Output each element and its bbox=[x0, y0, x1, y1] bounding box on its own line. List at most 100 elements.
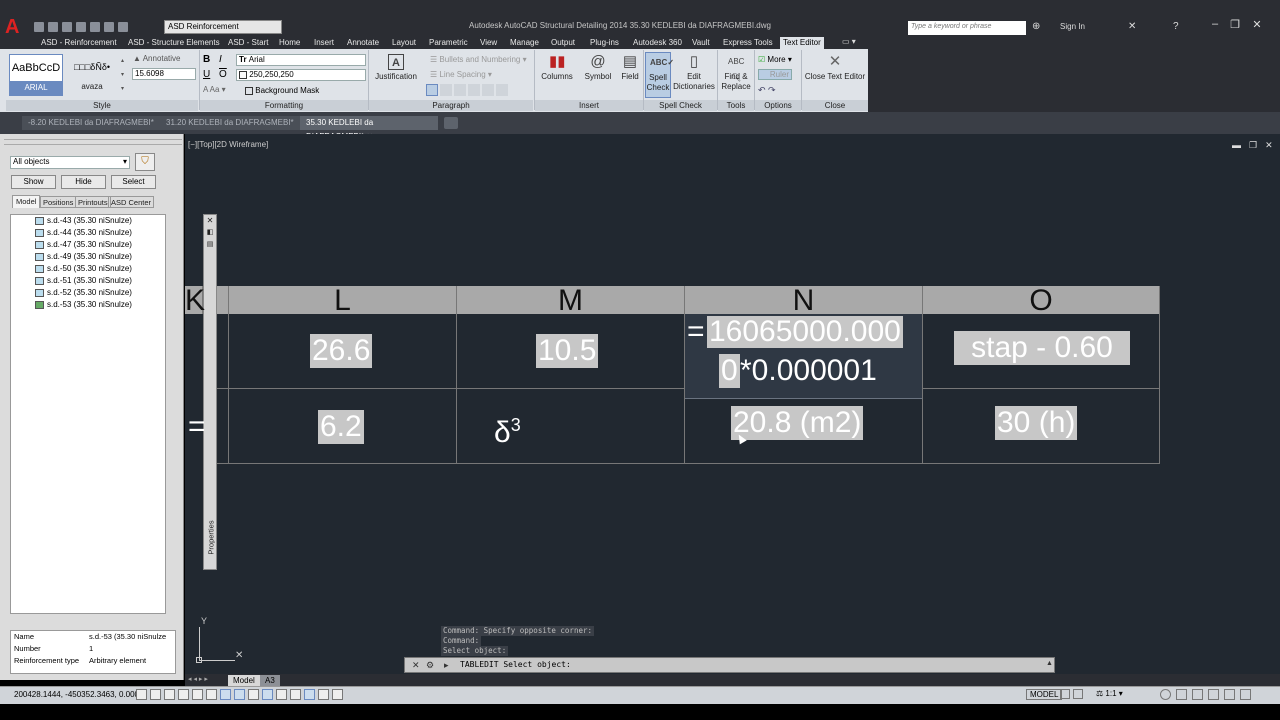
tab-express-tools[interactable]: Express Tools bbox=[720, 37, 776, 49]
doc-tab-31-20[interactable]: 31.20 KEDLEBI da DIAFRAGMEBI* bbox=[160, 116, 300, 130]
minimize-icon[interactable]: ‒ bbox=[1206, 18, 1224, 32]
prop-value[interactable]: s.d.-53 (35.30 niSnulze bbox=[89, 631, 166, 643]
cell-n1-line1[interactable]: 16065000.000 bbox=[707, 316, 903, 348]
autocad-logo-icon[interactable]: A bbox=[5, 17, 25, 37]
viewport-close-icon[interactable]: ✕ bbox=[1265, 140, 1273, 151]
isolate-objects-icon[interactable] bbox=[1208, 689, 1219, 700]
column-header-k[interactable]: K bbox=[185, 286, 205, 316]
bold-button[interactable]: B bbox=[203, 54, 210, 65]
underline-button[interactable]: U bbox=[203, 69, 210, 80]
command-customize-icon[interactable]: ⚙ bbox=[426, 660, 434, 671]
cell-o2[interactable]: 30 (h) bbox=[995, 406, 1078, 440]
tab-vault[interactable]: Vault bbox=[689, 37, 713, 49]
ortho-mode-icon[interactable] bbox=[178, 689, 189, 700]
restore-icon[interactable]: ❐ bbox=[1226, 18, 1244, 32]
exchange-icon[interactable]: ✕ bbox=[1128, 21, 1136, 32]
workspace-switching-icon[interactable] bbox=[1160, 689, 1171, 700]
cell-l1[interactable]: 26.6 bbox=[310, 334, 373, 368]
viewport-restore-icon[interactable]: ❐ bbox=[1249, 140, 1257, 151]
quick-view-drawings-icon[interactable] bbox=[1073, 689, 1083, 699]
tab-plug-ins[interactable]: Plug-ins bbox=[587, 37, 622, 49]
spell-check-button[interactable]: ABC✓ Spell Check bbox=[645, 52, 674, 98]
cell-n1-line2-selected[interactable]: 0 bbox=[719, 354, 740, 388]
filter-icon[interactable]: ⛉ bbox=[135, 153, 155, 171]
open-icon[interactable] bbox=[48, 22, 58, 32]
new-icon[interactable] bbox=[34, 22, 44, 32]
tree-item[interactable]: s.d.-47 (35.30 niSnulze) bbox=[11, 239, 165, 251]
style-avaza-tile[interactable]: □□□δÑδ• avaza bbox=[65, 54, 119, 96]
doc-tab-8-20[interactable]: -8.20 KEDLEBI da DIAFRAGMEBI* bbox=[22, 116, 160, 130]
tree-item[interactable]: s.d.-53 (35.30 niSnulze) bbox=[11, 299, 165, 311]
cell-m2[interactable]: δ3 bbox=[494, 408, 521, 450]
help-icon[interactable]: ? bbox=[1173, 21, 1179, 32]
column-header-n[interactable]: N bbox=[685, 286, 923, 316]
layout-tab-a3[interactable]: A3 bbox=[260, 675, 280, 686]
undo-icon[interactable] bbox=[104, 22, 114, 32]
justification-button[interactable]: A Justification bbox=[372, 54, 420, 82]
ribbon-minimize-icon[interactable]: ▭ ▾ bbox=[842, 37, 858, 48]
hide-button[interactable]: Hide bbox=[61, 175, 106, 189]
close-window-icon[interactable]: ✕ bbox=[1248, 18, 1266, 32]
3d-object-snap-icon[interactable] bbox=[220, 689, 231, 700]
font-dropdown[interactable]: Tr Arial bbox=[236, 54, 366, 66]
column-header-o[interactable]: O bbox=[923, 286, 1160, 316]
tab-output[interactable]: Output bbox=[548, 37, 578, 49]
command-history-toggle-icon[interactable]: ▲ bbox=[1046, 660, 1053, 667]
layout-tab-model[interactable]: Model bbox=[228, 675, 260, 686]
edit-dictionaries-button[interactable]: ▯ Edit Dictionaries bbox=[673, 54, 715, 92]
column-header-m[interactable]: M bbox=[457, 286, 685, 316]
cell-o1[interactable]: stap - 0.60 bbox=[954, 331, 1130, 365]
symbol-button[interactable]: @ Symbol bbox=[580, 54, 616, 82]
drawing-canvas[interactable] bbox=[185, 134, 1280, 674]
select-button[interactable]: Select bbox=[111, 175, 156, 189]
hardware-acceleration-icon[interactable] bbox=[1192, 689, 1203, 700]
cell-n2[interactable]: 20.8 (m2) bbox=[731, 406, 864, 440]
field-button[interactable]: ▤ Field bbox=[618, 54, 642, 82]
search-input[interactable]: Type a keyword or phrase bbox=[908, 21, 1026, 35]
properties-close-icon[interactable]: ✕ bbox=[204, 215, 216, 227]
tree-item[interactable]: s.d.-44 (35.30 niSnulze) bbox=[11, 227, 165, 239]
background-mask-button[interactable]: Background Mask bbox=[245, 86, 319, 95]
selection-cycling-icon[interactable] bbox=[318, 689, 329, 700]
doc-tab-35-30[interactable]: 35.30 KEDLEBI da DIAFRAGMEBI* ✕ bbox=[300, 116, 438, 141]
show-button[interactable]: Show bbox=[11, 175, 56, 189]
tab-parametric[interactable]: Parametric bbox=[426, 37, 471, 49]
viewport-controls[interactable]: [−][Top][2D Wireframe] bbox=[188, 140, 268, 149]
layout-nav-icons[interactable]: ◂ ◂ ▸ ▸ bbox=[188, 675, 208, 683]
tree-item[interactable]: s.d.-49 (35.30 niSnulze) bbox=[11, 251, 165, 263]
text-height-input[interactable]: 15.6098 bbox=[132, 68, 196, 80]
command-prompt-text[interactable]: TABLEDIT Select object: bbox=[460, 659, 571, 671]
annotation-monitor-icon[interactable] bbox=[332, 689, 343, 700]
cell-m1[interactable]: 10.5 bbox=[536, 334, 599, 368]
cell-k2[interactable]: = bbox=[188, 410, 206, 444]
italic-button[interactable]: I bbox=[219, 54, 222, 65]
cell-l2[interactable]: 6.2 bbox=[318, 410, 364, 444]
close-text-editor-button[interactable]: ✕ Close Text Editor bbox=[804, 54, 866, 82]
tab-asd-start[interactable]: ASD - Start bbox=[225, 37, 271, 49]
tree-item[interactable]: s.d.-43 (35.30 niSnulze) bbox=[11, 215, 165, 227]
object-filter-dropdown[interactable]: All objects ▾ bbox=[10, 156, 130, 169]
polar-tracking-icon[interactable] bbox=[192, 689, 203, 700]
viewport-minimize-icon[interactable]: ▬ bbox=[1232, 140, 1241, 151]
sign-in-link[interactable]: Sign In bbox=[1060, 22, 1085, 31]
prop-value[interactable]: 1 bbox=[89, 643, 93, 655]
palette-grip[interactable] bbox=[4, 139, 182, 145]
style-arial-tile[interactable]: AaBbCcD ARIAL bbox=[9, 54, 63, 96]
tab-annotate[interactable]: Annotate bbox=[344, 37, 382, 49]
tree-item[interactable]: s.d.-50 (35.30 niSnulze) bbox=[11, 263, 165, 275]
lock-ui-icon[interactable] bbox=[1176, 689, 1187, 700]
distribute-icon[interactable] bbox=[482, 84, 494, 96]
align-left-icon[interactable] bbox=[426, 84, 438, 96]
command-close-icon[interactable]: ✕ bbox=[412, 660, 420, 671]
more-button[interactable]: ☑ More ▾ bbox=[758, 55, 792, 64]
palette-tab-model[interactable]: Model bbox=[12, 195, 41, 208]
clean-screen-icon[interactable] bbox=[1224, 689, 1235, 700]
quick-view-layouts-icon[interactable] bbox=[1060, 689, 1070, 699]
quick-properties-icon[interactable] bbox=[304, 689, 315, 700]
prop-value[interactable]: Arbitrary element bbox=[89, 655, 146, 667]
justify-icon[interactable] bbox=[468, 84, 480, 96]
undo-redo-icons[interactable]: ↶ ↷ bbox=[758, 85, 776, 96]
tab-insert[interactable]: Insert bbox=[311, 37, 337, 49]
annotative-button[interactable]: ▲ Annotative bbox=[133, 54, 195, 64]
annotation-scale[interactable]: ⚖ 1:1 ▾ bbox=[1096, 689, 1123, 698]
